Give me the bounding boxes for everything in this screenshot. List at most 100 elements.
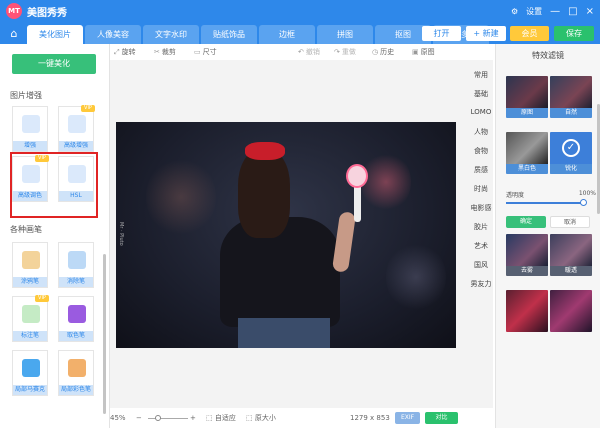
- crop-icon: ✂: [154, 48, 160, 56]
- cancel-button[interactable]: 取消: [550, 216, 590, 228]
- zoom-out-button[interactable]: −: [136, 413, 142, 423]
- filter-panel: 特效滤镜 原图 自然 黑白色 ✓ 锐化 透明度 100% 确定 取消 去雾 暖透: [495, 44, 600, 428]
- tool-advanced-color[interactable]: VIP 高级调色: [12, 155, 49, 202]
- fit-label: 自适应: [214, 414, 236, 422]
- category-item[interactable]: 艺术: [467, 241, 495, 251]
- edited-photo[interactable]: Mr · Pluto: [116, 122, 456, 348]
- undo-button[interactable]: ↶ 撤销: [298, 46, 320, 58]
- redo-button[interactable]: ↷ 重做: [334, 46, 356, 58]
- lightstick-handle: [354, 182, 361, 222]
- save-button[interactable]: 保存: [554, 26, 594, 41]
- compare-button[interactable]: 对比: [425, 412, 458, 424]
- history-button[interactable]: ◷ 历史: [372, 46, 394, 58]
- photo-subject-jeans: [238, 318, 330, 348]
- opacity-slider-knob[interactable]: [580, 199, 587, 206]
- filter-warm[interactable]: 暖透: [550, 234, 592, 276]
- tab-frames[interactable]: 边框: [259, 25, 315, 44]
- fit-icon: ⬚: [206, 414, 215, 422]
- tab-collage[interactable]: 拼图: [317, 25, 373, 44]
- category-item[interactable]: 食物: [467, 146, 495, 156]
- tool-eraser-pen[interactable]: 消除笔: [58, 242, 94, 288]
- one-click-beautify-button[interactable]: 一键美化: [12, 54, 96, 74]
- tool-color-picker[interactable]: 取色笔: [58, 296, 94, 342]
- tab-text-watermark[interactable]: 文字水印: [143, 25, 199, 44]
- tool-label: 局部彩色笔: [59, 385, 93, 395]
- category-item[interactable]: 质感: [467, 165, 495, 175]
- vip-button[interactable]: 会员: [510, 26, 549, 41]
- filter-item[interactable]: [550, 290, 592, 332]
- rotate-label: 旋转: [121, 48, 136, 56]
- filter-item[interactable]: [506, 290, 548, 332]
- open-button[interactable]: 打开: [422, 26, 461, 41]
- category-item[interactable]: 人物: [467, 127, 495, 137]
- new-button[interactable]: + 新建: [466, 26, 506, 41]
- settings-button[interactable]: 设置: [526, 6, 542, 17]
- tool-label: 涂鸦笔: [13, 277, 47, 287]
- home-icon[interactable]: ⌂: [4, 25, 24, 42]
- tool-label: 局部马赛克: [13, 385, 47, 395]
- filter-black-white[interactable]: 黑白色: [506, 132, 548, 174]
- eraser-icon: [68, 251, 86, 269]
- filter-sharpen[interactable]: ✓ 锐化: [550, 132, 592, 174]
- app-title: 美图秀秀: [27, 7, 67, 19]
- tool-advanced-enhance[interactable]: VIP 高级增强: [58, 105, 95, 152]
- marker-icon: [22, 305, 40, 323]
- tool-mark-pen[interactable]: VIP 标注笔: [12, 295, 49, 342]
- check-icon: ✓: [562, 139, 580, 157]
- filter-dehaze[interactable]: 去雾: [506, 234, 548, 276]
- tab-portrait[interactable]: 人像美容: [85, 25, 141, 44]
- zoom-slider-knob[interactable]: [155, 415, 161, 421]
- filter-label: 暖透: [550, 266, 592, 276]
- crop-button[interactable]: ✂ 裁剪: [154, 46, 176, 58]
- tool-label: HSL: [59, 191, 93, 201]
- category-item[interactable]: 常用: [467, 70, 495, 80]
- tool-doodle-pen[interactable]: 涂鸦笔: [12, 242, 48, 288]
- zoom-in-button[interactable]: +: [190, 413, 196, 423]
- maximize-button[interactable]: □: [568, 6, 577, 17]
- sliders-icon: [68, 165, 86, 183]
- category-item[interactable]: 时尚: [467, 184, 495, 194]
- tab-beautify[interactable]: 美化图片: [27, 25, 83, 44]
- rotate-button[interactable]: ⤢ 旋转: [114, 46, 136, 58]
- tool-local-color-pen[interactable]: 局部彩色笔: [58, 350, 94, 396]
- filter-natural[interactable]: 自然: [550, 76, 592, 118]
- image-canvas[interactable]: Mr · Pluto: [110, 60, 493, 408]
- color-picker-icon: [68, 305, 86, 323]
- exif-button[interactable]: EXIF: [395, 412, 420, 424]
- fit-screen-button[interactable]: ⬚ 自适应: [206, 413, 236, 423]
- brush-icon: [68, 359, 86, 377]
- original-button[interactable]: ▣ 原图: [412, 46, 435, 58]
- filter-label: 去雾: [506, 266, 548, 276]
- tool-label: 增强: [13, 141, 47, 151]
- tab-stickers[interactable]: 贴纸饰品: [201, 25, 257, 44]
- tool-enhance[interactable]: 增强: [12, 106, 48, 152]
- tool-local-mosaic[interactable]: 局部马赛克: [12, 350, 48, 396]
- minimize-button[interactable]: —: [550, 6, 560, 17]
- confirm-button[interactable]: 确定: [506, 216, 546, 228]
- category-item[interactable]: 胶片: [467, 222, 495, 232]
- bokeh-light: [386, 242, 446, 312]
- bokeh-light: [146, 157, 216, 237]
- close-button[interactable]: ×: [586, 6, 594, 17]
- history-icon: ◷: [372, 48, 379, 56]
- category-item[interactable]: LOMO: [467, 108, 495, 116]
- resize-button[interactable]: ▭ 尺寸: [194, 46, 217, 58]
- image-icon: ▣: [412, 48, 419, 56]
- vip-badge: VIP: [81, 105, 95, 112]
- category-item[interactable]: 基础: [467, 89, 495, 99]
- left-scrollbar[interactable]: [103, 254, 106, 414]
- photo-subject-hair: [238, 150, 290, 238]
- category-item[interactable]: 男友力: [467, 279, 495, 289]
- settings-icon[interactable]: ⚙: [511, 7, 518, 16]
- filter-original[interactable]: 原图: [506, 76, 548, 118]
- category-item[interactable]: 国风: [467, 260, 495, 270]
- zoom-slider-track[interactable]: [148, 418, 188, 419]
- lightstick-head: [346, 164, 368, 188]
- filter-thumbnail: [550, 290, 592, 332]
- actual-size-button[interactable]: ⬚ 原大小: [246, 413, 276, 423]
- opacity-slider-track[interactable]: [506, 202, 582, 204]
- category-item[interactable]: 电影感: [467, 203, 495, 213]
- filter-category-list: 常用 基础 LOMO 人物 食物 质感 时尚 电影感 胶片 艺术 国风 男友力: [467, 60, 493, 408]
- rotate-icon: ⤢: [114, 48, 120, 56]
- tool-hsl[interactable]: HSL: [58, 156, 94, 202]
